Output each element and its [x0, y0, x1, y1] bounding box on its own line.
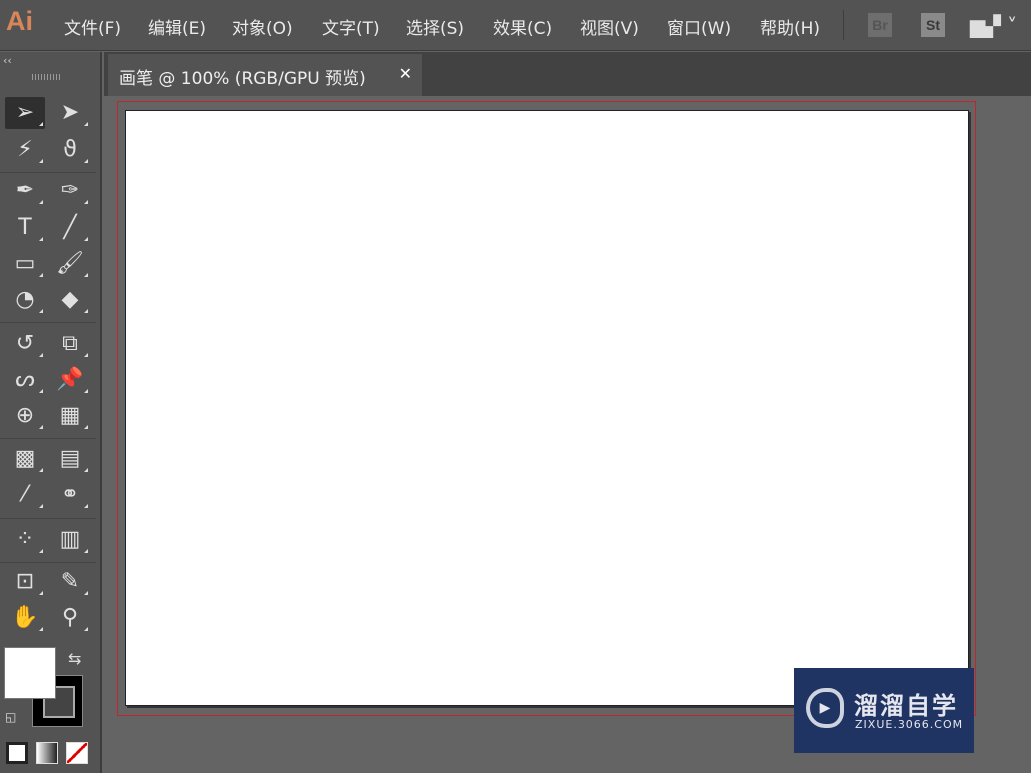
menu-bar: Ai 文件(F) 编辑(E) 对象(O) 文字(T) 选择(S) 效果(C) 视… — [0, 0, 1031, 51]
direct-selection-tool-icon[interactable]: ➤ — [50, 97, 90, 129]
menu-divider — [843, 10, 844, 40]
stock-button[interactable]: St — [921, 13, 945, 37]
menu-window[interactable]: 窗口(W) — [667, 14, 731, 39]
selection-tool-icon[interactable]: ➢ — [5, 97, 45, 129]
watermark-url: ZIXUE.3066.COM — [855, 718, 964, 731]
bridge-button[interactable]: Br — [868, 13, 892, 37]
watermark-title: 溜溜自学 — [854, 692, 958, 720]
mesh-tool-icon[interactable]: ▩ — [5, 443, 45, 475]
eraser-tool-icon[interactable]: ◆ — [50, 284, 90, 316]
app-logo: Ai — [6, 6, 33, 36]
perspective-grid-tool-icon[interactable]: ▦ — [50, 400, 90, 432]
shape-builder-tool-icon[interactable]: ⊕ — [5, 400, 45, 432]
magic-wand-tool-icon[interactable]: ⚡ — [5, 134, 45, 166]
menu-edit[interactable]: 编辑(E) — [148, 14, 206, 39]
tool-divider — [0, 172, 96, 173]
menu-help[interactable]: 帮助(H) — [760, 14, 820, 39]
artboard[interactable] — [125, 110, 969, 706]
zoom-tool-icon[interactable]: ⚲ — [50, 602, 90, 634]
line-tool-icon[interactable]: ╱ — [50, 212, 90, 244]
menu-view[interactable]: 视图(V) — [580, 14, 639, 39]
tool-divider — [0, 438, 96, 439]
document-tab-bar: 画笔 @ 100% (RGB/GPU 预览) ✕ — [104, 52, 1031, 96]
puppet-warp-tool-icon[interactable]: 📌 — [50, 364, 90, 396]
default-fill-stroke-icon[interactable]: ◱ — [5, 710, 16, 724]
menu-select[interactable]: 选择(S) — [406, 14, 464, 39]
color-mode-button[interactable] — [6, 742, 28, 764]
gradient-tool-icon[interactable]: ▤ — [50, 443, 90, 475]
watermark: ▶ 溜溜自学 ZIXUE.3066.COM — [794, 668, 974, 753]
paintbrush-tool-icon[interactable]: 🖌 — [50, 248, 90, 280]
close-tab-icon[interactable]: ✕ — [399, 64, 412, 83]
tools-panel: ‹‹ ➢ ➤ ⚡ ϑ ✒ ✑ T ╱ ▭ 🖌 ◔ ◆ ↺ ⧉ ᔕ 📌 ⊕ ▦ ▩… — [0, 52, 102, 773]
column-graph-tool-icon[interactable]: ▥ — [50, 524, 90, 556]
eyedropper-tool-icon[interactable]: ⁄ — [5, 479, 45, 511]
swap-fill-stroke-icon[interactable]: ⇆ — [68, 649, 81, 668]
document-tab[interactable]: 画笔 @ 100% (RGB/GPU 预览) ✕ — [108, 54, 422, 96]
curvature-tool-icon[interactable]: ✑ — [50, 175, 90, 207]
fill-swatch[interactable] — [4, 647, 56, 699]
type-tool-icon[interactable]: T — [5, 212, 45, 244]
collapse-panel-button[interactable]: ‹‹ — [3, 54, 12, 67]
scale-tool-icon[interactable]: ⧉ — [50, 328, 90, 360]
blend-tool-icon[interactable]: ⚭ — [50, 479, 90, 511]
gradient-mode-button[interactable] — [36, 742, 58, 764]
artboard-tool-icon[interactable]: ⊡ — [5, 566, 45, 598]
hand-tool-icon[interactable]: ✋ — [5, 602, 45, 634]
lasso-tool-icon[interactable]: ϑ — [50, 134, 90, 166]
shaper-tool-icon[interactable]: ◔ — [5, 284, 45, 316]
menu-object[interactable]: 对象(O) — [232, 14, 293, 39]
pen-tool-icon[interactable]: ✒ — [5, 175, 45, 207]
tool-divider — [0, 518, 96, 519]
play-logo-icon: ▶ — [806, 688, 844, 728]
menu-effect[interactable]: 效果(C) — [493, 14, 552, 39]
none-mode-button[interactable] — [66, 742, 88, 764]
menu-type[interactable]: 文字(T) — [322, 14, 380, 39]
panel-grip[interactable] — [32, 74, 60, 80]
rotate-tool-icon[interactable]: ↺ — [5, 328, 45, 360]
rectangle-tool-icon[interactable]: ▭ — [5, 248, 45, 280]
symbol-sprayer-tool-icon[interactable]: ⁘ — [5, 524, 45, 556]
workspace-switcher-icon[interactable]: ▆▞ ˅ — [970, 14, 1017, 38]
tool-divider — [0, 562, 96, 563]
tool-divider — [0, 322, 96, 323]
menu-file[interactable]: 文件(F) — [64, 14, 121, 39]
document-tab-title: 画笔 @ 100% (RGB/GPU 预览) — [119, 69, 366, 89]
warp-tool-icon[interactable]: ᔕ — [5, 364, 45, 396]
slice-tool-icon[interactable]: ✎ — [50, 566, 90, 598]
